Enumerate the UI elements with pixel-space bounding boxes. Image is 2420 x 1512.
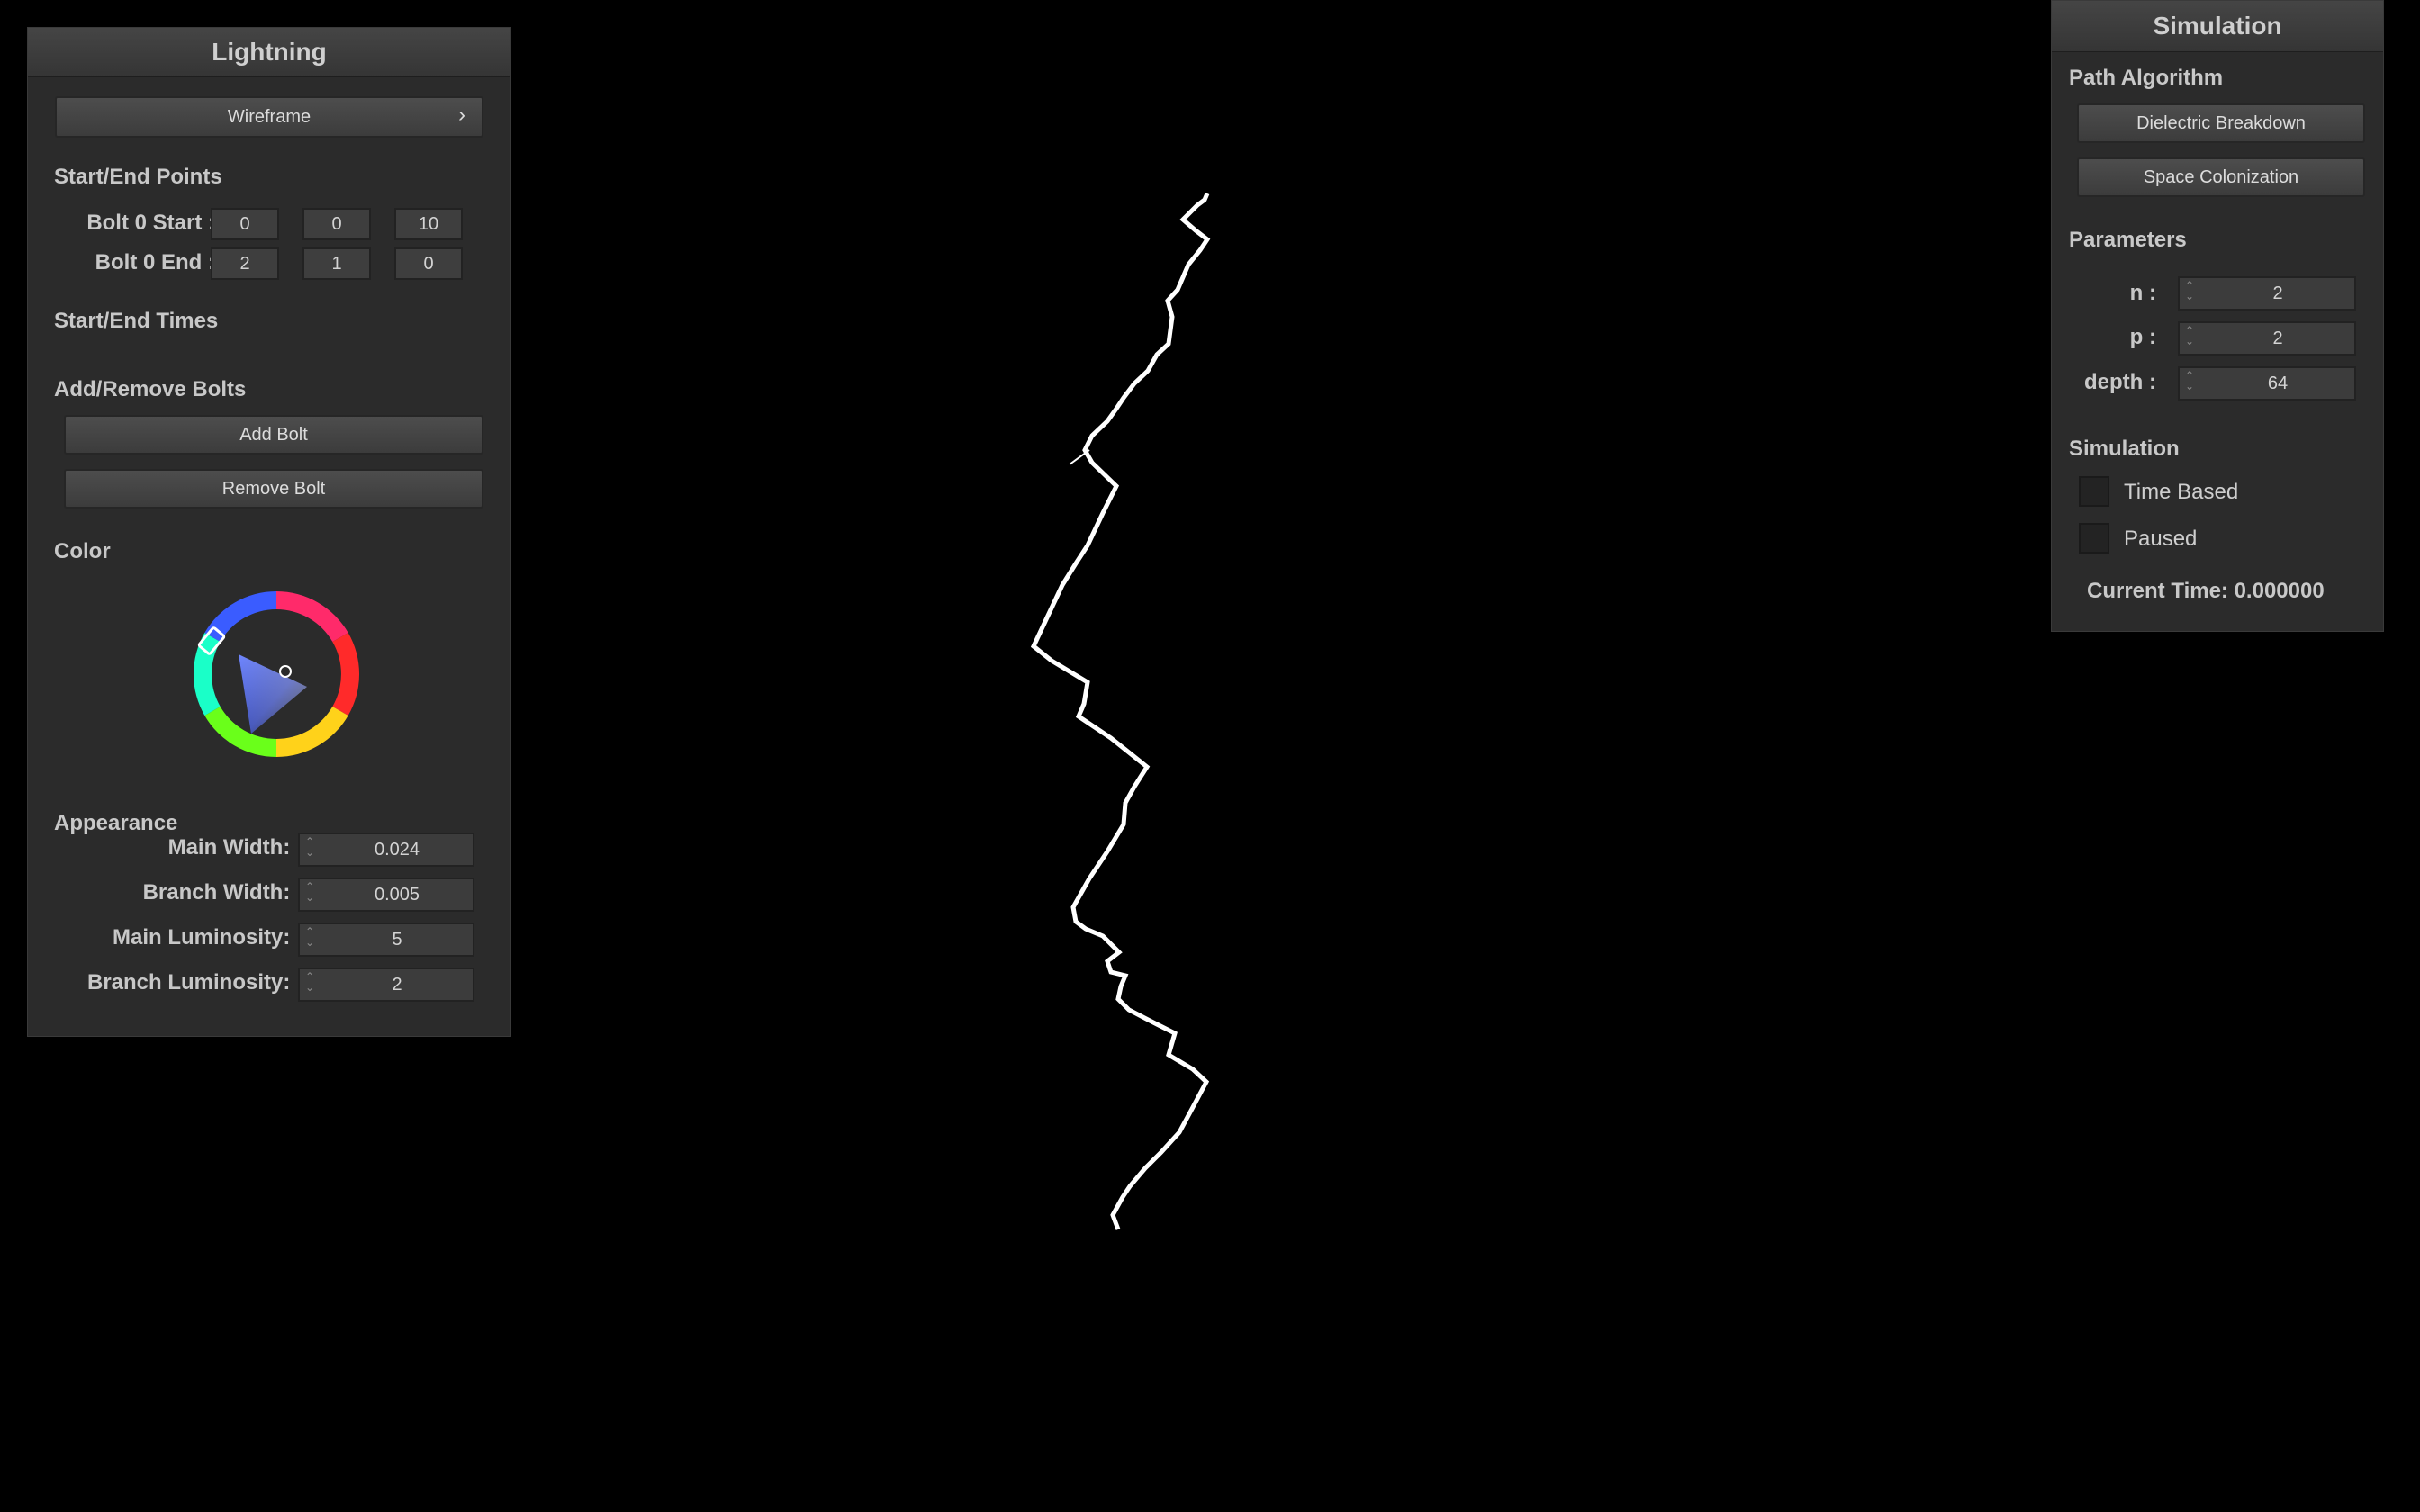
main-width-value: 0.024 (374, 839, 420, 860)
branch-luminosity-value: 2 (392, 974, 402, 994)
start-end-times-heading[interactable]: Start/End Times (54, 309, 218, 334)
bolt-start-z-input[interactable]: 10 (394, 208, 463, 240)
branch-luminosity-label: Branch Luminosity: : (86, 970, 303, 994)
main-luminosity-spinbox[interactable]: ⌃ ⌄ 5 (298, 922, 474, 957)
depth-spinbox[interactable]: ⌃ ⌄ 64 (2178, 366, 2356, 400)
render-mode-button[interactable]: Wireframe › (55, 96, 483, 138)
bolt-end-x-input[interactable]: 2 (211, 248, 279, 280)
branch-width-spinbox[interactable]: ⌃ ⌄ 0.005 (298, 878, 474, 912)
lightning-panel: Lightning Wireframe › Start/End Points B… (27, 27, 511, 1037)
bolt-start-label: Bolt 0 Start : (86, 211, 215, 235)
simulation-heading: Simulation (2069, 436, 2180, 461)
bolt-end-y-input[interactable]: 1 (302, 248, 371, 280)
p-label: p : (2129, 325, 2156, 349)
bolt-end-z-input[interactable]: 0 (394, 248, 463, 280)
spin-arrows-icon[interactable]: ⌃ ⌄ (305, 881, 318, 908)
start-end-points-heading: Start/End Points (54, 165, 222, 189)
main-luminosity-label: Main Luminosity: : (113, 925, 303, 950)
color-heading: Color (54, 539, 111, 563)
lightning-bolt (1030, 193, 1211, 1230)
bolt-end-label: Bolt 0 End : (95, 250, 215, 274)
main-width-label: Main Width: : (167, 835, 303, 860)
dielectric-breakdown-button[interactable]: Dielectric Breakdown (2077, 104, 2365, 143)
remove-bolt-button[interactable]: Remove Bolt (64, 469, 483, 508)
bolt-start-y-input[interactable]: 0 (302, 208, 371, 240)
branch-width-value: 0.005 (374, 884, 420, 904)
branch-width-label: Branch Width: : (142, 880, 303, 904)
spin-arrows-icon[interactable]: ⌃ ⌄ (305, 926, 318, 953)
n-value: 2 (2272, 283, 2283, 303)
bolt-start-x-input[interactable]: 0 (211, 208, 279, 240)
space-colonization-button[interactable]: Space Colonization (2077, 158, 2365, 197)
current-time-readout: Current Time: 0.000000 (2087, 579, 2325, 603)
n-spinbox[interactable]: ⌃ ⌄ 2 (2178, 276, 2356, 310)
time-based-checkbox[interactable] (2079, 476, 2109, 507)
n-label: n : (2129, 281, 2156, 305)
add-remove-bolts-heading: Add/Remove Bolts (54, 377, 247, 401)
render-mode-label: Wireframe (227, 107, 312, 127)
spin-arrows-icon[interactable]: ⌃ ⌄ (2185, 370, 2198, 397)
p-value: 2 (2272, 328, 2283, 348)
parameters-heading: Parameters (2069, 228, 2187, 252)
depth-label: depth : (2084, 370, 2156, 394)
chevron-right-icon: › (458, 103, 465, 127)
paused-checkbox[interactable] (2079, 523, 2109, 554)
add-bolt-button[interactable]: Add Bolt (64, 415, 483, 454)
path-algorithm-heading: Path Algorithm (2069, 66, 2224, 90)
spin-arrows-icon[interactable]: ⌃ ⌄ (2185, 280, 2198, 307)
spin-arrows-icon[interactable]: ⌃ ⌄ (2185, 325, 2198, 352)
spin-arrows-icon[interactable]: ⌃ ⌄ (305, 971, 318, 998)
main-width-spinbox[interactable]: ⌃ ⌄ 0.024 (298, 832, 474, 867)
time-based-label[interactable]: Time Based (2124, 480, 2238, 505)
lightning-panel-title[interactable]: Lightning (28, 28, 510, 77)
spin-arrows-icon[interactable]: ⌃ ⌄ (305, 836, 318, 863)
branch-luminosity-spinbox[interactable]: ⌃ ⌄ 2 (298, 968, 474, 1002)
color-selector-dot[interactable] (279, 665, 292, 678)
p-spinbox[interactable]: ⌃ ⌄ 2 (2178, 321, 2356, 356)
main-luminosity-value: 5 (392, 929, 402, 950)
color-picker[interactable] (186, 584, 366, 764)
simulation-panel: Simulation Path Algorithm Dielectric Bre… (2051, 0, 2384, 632)
paused-label[interactable]: Paused (2124, 526, 2197, 552)
simulation-panel-title[interactable]: Simulation (2052, 1, 2383, 52)
appearance-heading: Appearance (54, 811, 178, 835)
depth-value: 64 (2267, 373, 2289, 393)
